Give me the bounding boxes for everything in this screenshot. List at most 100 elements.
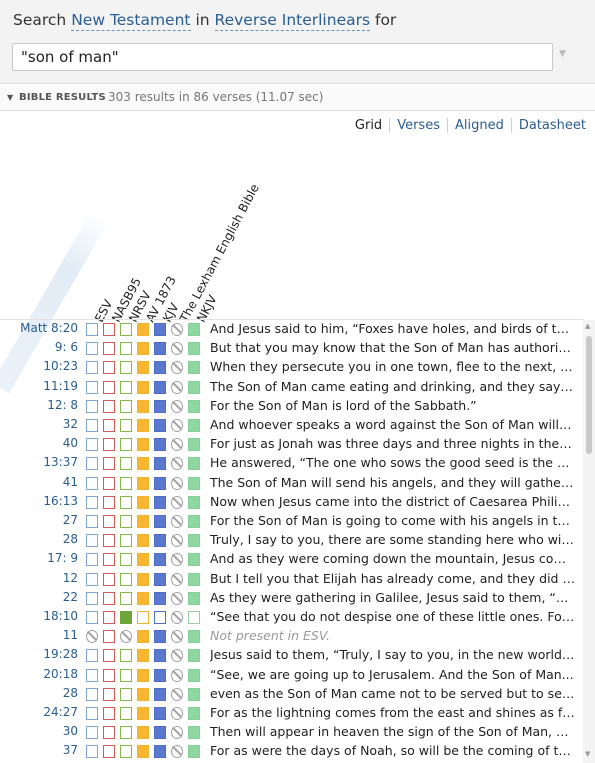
verse-row[interactable]: 13:37 He answered, “The one who sows the … xyxy=(0,454,583,473)
cell-esv[interactable] xyxy=(86,534,98,548)
cell-nkjv[interactable] xyxy=(188,361,200,375)
cell-nasb95[interactable] xyxy=(103,745,115,759)
cell-esv[interactable] xyxy=(86,438,98,452)
cell-kjv[interactable] xyxy=(154,687,166,701)
verse-reference[interactable]: 20:18 xyxy=(43,667,78,681)
cell-nkjv[interactable] xyxy=(188,630,200,644)
cell-nkjv[interactable] xyxy=(188,323,200,336)
resource-selector-link[interactable]: Reverse Interlinears xyxy=(214,11,371,31)
not-present-icon[interactable] xyxy=(171,553,183,567)
not-present-icon[interactable] xyxy=(171,323,183,336)
cell-kjv[interactable] xyxy=(154,380,166,394)
cell-esv[interactable] xyxy=(86,591,98,605)
verse-reference[interactable]: 11:19 xyxy=(43,379,78,393)
cell-av1873[interactable] xyxy=(137,399,149,413)
verse-reference[interactable]: 32 xyxy=(63,417,78,431)
verse-text[interactable]: For as were the days of Noah, so will be… xyxy=(210,743,575,758)
cell-nasb95[interactable] xyxy=(103,687,115,701)
verse-reference[interactable]: 11 xyxy=(63,628,78,642)
verse-text[interactable]: For as the lightning comes from the east… xyxy=(210,705,575,720)
verse-text[interactable]: Not present in ESV. xyxy=(210,628,575,643)
cell-av1873[interactable] xyxy=(137,591,149,605)
cell-nkjv[interactable] xyxy=(188,380,200,394)
verse-text[interactable]: The Son of Man came eating and drinking,… xyxy=(210,379,575,394)
cell-nrsv[interactable] xyxy=(120,745,132,759)
cell-esv[interactable] xyxy=(86,707,98,720)
verse-reference[interactable]: 19:28 xyxy=(43,647,78,661)
cell-nasb95[interactable] xyxy=(103,380,115,394)
cell-nrsv[interactable] xyxy=(120,515,132,528)
cell-kjv[interactable] xyxy=(154,419,166,432)
cell-av1873[interactable] xyxy=(137,419,149,432)
cell-av1873[interactable] xyxy=(137,515,149,528)
cell-kjv[interactable] xyxy=(154,707,166,720)
not-present-icon[interactable] xyxy=(171,534,183,548)
verse-text[interactable]: He answered, “The one who sows the good … xyxy=(210,455,575,470)
verse-row[interactable]: 30 Then will appear in heaven the sign of… xyxy=(0,723,583,742)
verse-reference[interactable]: 12: 8 xyxy=(47,398,78,412)
cell-kjv[interactable] xyxy=(154,457,166,471)
column-header-lexham[interactable]: The Lexham English Bible xyxy=(177,182,262,325)
cell-av1873[interactable] xyxy=(137,572,149,586)
cell-kjv[interactable] xyxy=(154,534,166,548)
cell-nrsv[interactable] xyxy=(120,687,132,701)
cell-nkjv[interactable] xyxy=(188,707,200,720)
verse-text[interactable]: But I tell you that Elijah has already c… xyxy=(210,571,575,586)
verse-reference[interactable]: 18:10 xyxy=(43,609,78,623)
cell-esv[interactable] xyxy=(86,553,98,567)
cell-nkjv[interactable] xyxy=(188,726,200,740)
scope-selector-link[interactable]: New Testament xyxy=(71,11,191,31)
verse-reference[interactable]: 28 xyxy=(63,532,78,546)
not-present-icon[interactable] xyxy=(171,495,183,509)
cell-av1873[interactable] xyxy=(137,630,149,644)
cell-av1873[interactable] xyxy=(137,726,149,740)
cell-esv[interactable] xyxy=(86,457,98,471)
cell-kjv[interactable] xyxy=(154,591,166,605)
cell-nkjv[interactable] xyxy=(188,649,200,663)
verse-reference[interactable]: 30 xyxy=(63,724,78,738)
verse-text[interactable]: For just as Jonah was three days and thr… xyxy=(210,436,575,451)
not-present-icon[interactable] xyxy=(171,361,183,375)
not-present-icon[interactable] xyxy=(171,399,183,413)
cell-nkjv[interactable] xyxy=(188,534,200,548)
verse-text[interactable]: And as they were coming down the mountai… xyxy=(210,551,575,566)
verse-reference[interactable]: 16:13 xyxy=(43,494,78,508)
tab-verses[interactable]: Verses xyxy=(389,118,447,133)
cell-nkjv[interactable] xyxy=(188,553,200,567)
cell-kjv[interactable] xyxy=(154,745,166,759)
cell-kjv[interactable] xyxy=(154,323,166,336)
tab-datasheet[interactable]: Datasheet xyxy=(510,118,586,133)
tab-aligned[interactable]: Aligned xyxy=(446,118,511,133)
cell-nkjv[interactable] xyxy=(188,399,200,413)
cell-esv[interactable] xyxy=(86,611,98,624)
cell-nasb95[interactable] xyxy=(103,591,115,605)
cell-av1873[interactable] xyxy=(137,611,149,624)
cell-esv[interactable] xyxy=(86,572,98,586)
cell-nrsv[interactable] xyxy=(120,323,132,336)
vertical-scrollbar[interactable]: ▲ ▼ xyxy=(583,320,595,763)
cell-nkjv[interactable] xyxy=(188,495,200,509)
cell-nrsv[interactable] xyxy=(120,726,132,740)
cell-av1873[interactable] xyxy=(137,668,149,682)
verse-text[interactable]: And Jesus said to him, “Foxes have holes… xyxy=(210,321,575,336)
cell-nrsv[interactable] xyxy=(120,476,132,490)
verse-row[interactable]: Matt 8:20 And Jesus said to him, “Foxes h… xyxy=(0,320,583,339)
cell-nasb95[interactable] xyxy=(103,707,115,720)
collapse-triangle-icon[interactable]: ▼ xyxy=(7,93,13,102)
verse-reference[interactable]: 41 xyxy=(63,475,78,489)
cell-esv[interactable] xyxy=(86,687,98,701)
cell-nkjv[interactable] xyxy=(188,342,200,356)
verse-row[interactable]: 41 The Son of Man will send his angels, a… xyxy=(0,474,583,493)
cell-esv[interactable] xyxy=(86,476,98,490)
verse-row[interactable]: 11 Not present in ESV. xyxy=(0,627,583,646)
cell-av1873[interactable] xyxy=(137,553,149,567)
tab-grid[interactable]: Grid xyxy=(348,118,389,133)
cell-nkjv[interactable] xyxy=(188,687,200,701)
cell-nkjv[interactable] xyxy=(188,611,200,624)
cell-av1873[interactable] xyxy=(137,323,149,336)
cell-kjv[interactable] xyxy=(154,611,166,624)
verse-row[interactable]: 28 Truly, I say to you, there are some st… xyxy=(0,531,583,550)
cell-av1873[interactable] xyxy=(137,361,149,375)
cell-nasb95[interactable] xyxy=(103,438,115,452)
verse-reference[interactable]: 24:27 xyxy=(43,705,78,719)
